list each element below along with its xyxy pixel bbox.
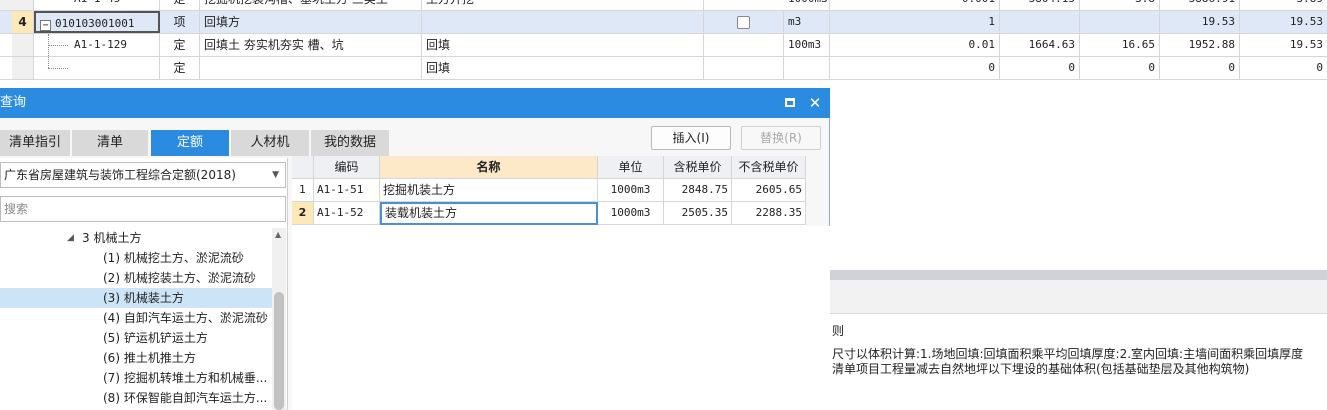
panel-tabbar bbox=[830, 280, 1327, 314]
tree-node[interactable]: (4) 自卸汽车运土方、淤泥流砂 bbox=[0, 308, 272, 328]
tab-list-guide[interactable]: 清单指引 bbox=[0, 130, 70, 156]
tree-node[interactable]: (6) 推土机推土方 bbox=[0, 348, 272, 368]
quota-tree: ◢ 3 机械土方 (1) 机械挖土方、淤泥流砂 (2) 机械挖装土方、淤泥流砂 … bbox=[0, 228, 272, 410]
table-row[interactable]: A1-1-45 定 挖掘机挖装沟槽、基坑土方 三类土 土方开挖 1000m3 0… bbox=[0, 0, 1327, 11]
column-header-name[interactable]: 名称 bbox=[380, 156, 598, 179]
table-row[interactable]: A1-1-129 定 回填土 夯实机夯实 槽、坑 回填 100m3 0.01 1… bbox=[0, 34, 1327, 57]
tree-connector bbox=[48, 68, 68, 69]
grid-empty-area bbox=[292, 226, 830, 410]
checkbox[interactable] bbox=[737, 16, 750, 29]
tree-connector bbox=[48, 45, 68, 46]
dialog-title: 查询 bbox=[0, 95, 27, 110]
table-cell[interactable]: 2848.75 bbox=[664, 179, 732, 202]
tree-node-selected[interactable]: (3) 机械装土方 bbox=[0, 288, 272, 308]
insert-button[interactable]: 插入(I) bbox=[651, 126, 731, 150]
close-icon[interactable]: ✕ bbox=[807, 95, 823, 111]
query-dialog: 查询 ✕ 清单指引 清单 定额 人材机 我的数据 插入(I) 替换(R) 广东省… bbox=[0, 88, 830, 410]
scroll-up-icon[interactable]: ▲ bbox=[275, 230, 281, 239]
column-header-tax-price[interactable]: 含税单价 bbox=[664, 156, 732, 179]
tree-node[interactable]: (1) 机械挖土方、淤泥流砂 bbox=[0, 248, 272, 268]
row-index: 2 bbox=[292, 202, 314, 225]
table-cell[interactable]: A1-1-51 bbox=[314, 179, 380, 202]
tab-quota[interactable]: 定额 bbox=[151, 130, 229, 156]
tree-scrollbar[interactable]: ▲ bbox=[272, 228, 286, 410]
maximize-icon[interactable] bbox=[782, 95, 798, 111]
row-index: 1 bbox=[292, 179, 314, 202]
table-row[interactable]: 4 −010103001001 项 回填方 m3 1 19.53 19.53 bbox=[0, 11, 1327, 34]
tree-node[interactable]: (5) 铲运机铲运土方 bbox=[0, 328, 272, 348]
library-select[interactable]: 广东省房屋建筑与装饰工程综合定额(2018) ▼ bbox=[0, 162, 286, 188]
chevron-down-icon: ▼ bbox=[272, 170, 279, 180]
table-row[interactable]: 定 回填 0 0 0 0 0 bbox=[0, 57, 1327, 80]
tree-node-3[interactable]: ◢ 3 机械土方 bbox=[0, 228, 272, 248]
scrollbar-thumb[interactable] bbox=[274, 292, 284, 410]
replace-button[interactable]: 替换(R) bbox=[741, 126, 821, 150]
table-cell[interactable]: 2288.35 bbox=[732, 202, 806, 225]
rule-label: 则 bbox=[832, 324, 845, 338]
table-cell[interactable]: 1000m3 bbox=[598, 179, 664, 202]
column-header-notax-price[interactable]: 不含税单价 bbox=[732, 156, 806, 179]
tab-my-data[interactable]: 我的数据 bbox=[311, 130, 389, 156]
column-header-code[interactable]: 编码 bbox=[314, 156, 380, 179]
expand-icon[interactable]: ◢ bbox=[67, 228, 74, 248]
table-cell[interactable]: 挖掘机装土方 bbox=[380, 179, 598, 202]
search-input[interactable] bbox=[0, 196, 286, 222]
tab-list[interactable]: 清单 bbox=[72, 130, 148, 156]
tree-node[interactable]: (7) 挖掘机转堆土方和机械垂... bbox=[0, 368, 272, 388]
panel-splitter[interactable] bbox=[830, 270, 1327, 280]
table-cell-focused[interactable]: 装载机装土方 bbox=[380, 202, 598, 225]
tree-node[interactable]: (2) 机械挖装土方、淤泥流砂 bbox=[0, 268, 272, 288]
dialog-titlebar[interactable]: 查询 ✕ bbox=[0, 88, 830, 118]
tree-connector bbox=[48, 34, 49, 68]
rule-text-line2: 清单项目工程量减去自然地坪以下埋设的基础体积(包括基础垫层及其他构筑物) bbox=[832, 362, 1250, 376]
tree-node[interactable]: (8) 环保智能自卸汽车运土方... bbox=[0, 388, 272, 408]
column-header-unit[interactable]: 单位 bbox=[598, 156, 664, 179]
quota-results-grid: 编码 名称 单位 含税单价 不含税单价 1 A1-1-51 挖掘机装土方 100… bbox=[292, 156, 806, 226]
quota-tree-pane: 广东省房屋建筑与装饰工程综合定额(2018) ▼ ◢ 3 机械土方 (1) 机械… bbox=[0, 158, 288, 410]
table-cell[interactable]: A1-1-52 bbox=[314, 202, 380, 225]
collapse-icon[interactable]: − bbox=[40, 20, 51, 31]
table-cell[interactable]: 1000m3 bbox=[598, 202, 664, 225]
background-spreadsheet: A1-1-45 定 挖掘机挖装沟槽、基坑土方 三类土 土方开挖 1000m3 0… bbox=[0, 0, 1327, 80]
tab-materials[interactable]: 人材机 bbox=[231, 130, 309, 156]
table-cell[interactable]: 2505.35 bbox=[664, 202, 732, 225]
table-cell[interactable]: 2605.65 bbox=[732, 179, 806, 202]
